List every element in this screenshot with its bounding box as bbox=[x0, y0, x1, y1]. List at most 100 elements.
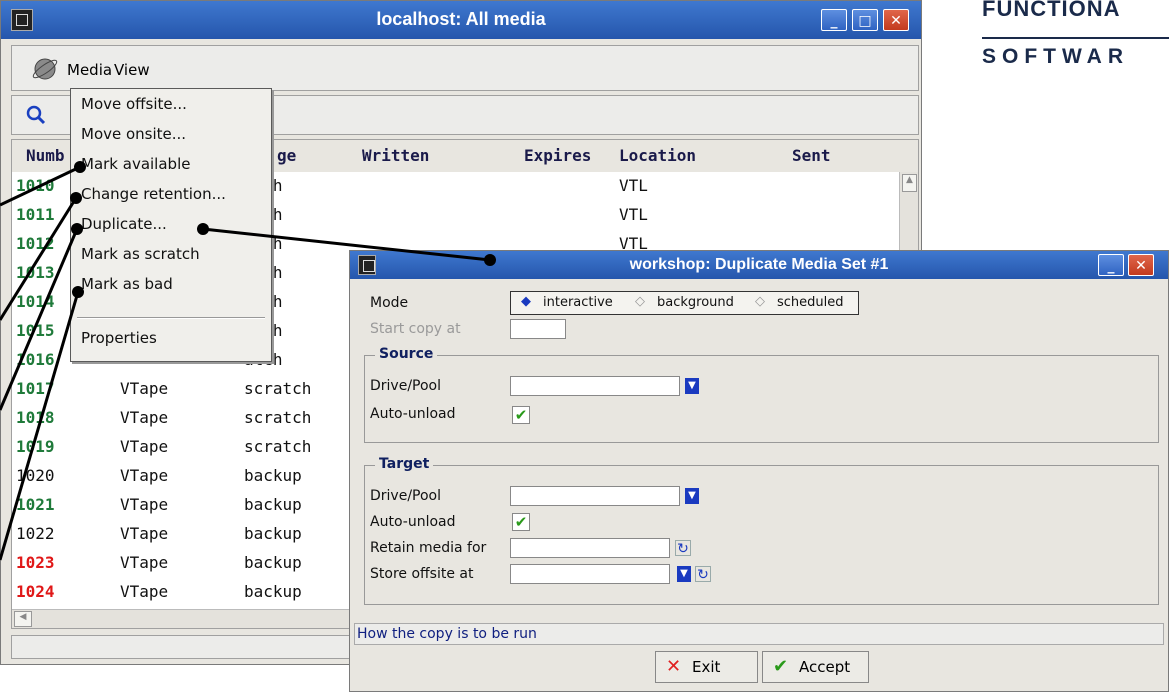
retain-field[interactable] bbox=[510, 538, 670, 558]
cell-number: 1010 bbox=[16, 176, 55, 195]
menu-item-mark-bad[interactable]: Mark as bad bbox=[81, 275, 173, 293]
cell-stage: backup bbox=[244, 553, 302, 572]
cell-number: 1023 bbox=[16, 553, 55, 572]
cell-number: 1017 bbox=[16, 379, 55, 398]
close-button[interactable]: ✕ bbox=[883, 9, 909, 31]
logo-line2: SOFTWAR bbox=[982, 45, 1129, 68]
cell-type: VTape bbox=[120, 553, 169, 572]
retain-refresh-icon[interactable]: ↻ bbox=[675, 540, 691, 557]
cell-stage: backup bbox=[244, 524, 302, 543]
logo-rule bbox=[982, 37, 1169, 39]
accept-button-label: Accept bbox=[799, 658, 851, 676]
radio-interactive-icon[interactable]: ◆ bbox=[521, 294, 531, 309]
dialog-statusbar: How the copy is to be run bbox=[354, 623, 1164, 645]
menu-item-move-offsite[interactable]: Move offsite... bbox=[81, 95, 187, 113]
menu-bar: Media View bbox=[11, 45, 919, 91]
start-copy-label: Start copy at bbox=[370, 321, 461, 337]
col-written[interactable]: Written bbox=[362, 146, 429, 165]
cell-number: 1020 bbox=[16, 466, 55, 485]
source-autounload-label: Auto-unload bbox=[370, 406, 456, 422]
target-drive-dropdown-arrow[interactable]: ▼ bbox=[685, 488, 699, 504]
logo-line1: FUNCTIONA bbox=[982, 0, 1121, 21]
radio-background-icon[interactable]: ◇ bbox=[635, 294, 645, 309]
menu-item-mark-scratch[interactable]: Mark as scratch bbox=[81, 245, 200, 263]
menu-item-mark-available[interactable]: Mark available bbox=[81, 155, 190, 173]
menu-item-duplicate[interactable]: Duplicate... bbox=[81, 215, 167, 233]
start-copy-field[interactable] bbox=[510, 319, 566, 339]
cell-type: VTape bbox=[120, 582, 169, 601]
cell-type: VTape bbox=[120, 495, 169, 514]
col-number[interactable]: Numb bbox=[26, 146, 65, 165]
minimize-button[interactable]: _ bbox=[821, 9, 847, 31]
cell-type: VTape bbox=[120, 466, 169, 485]
cell-number: 1012 bbox=[16, 234, 55, 253]
main-titlebar: localhost: All media _ □ ✕ bbox=[1, 1, 921, 39]
target-group: Target Drive/Pool ▼ Auto-unload ✔ Retain… bbox=[364, 456, 1159, 605]
cell-number: 1018 bbox=[16, 408, 55, 427]
exit-x-icon: ✕ bbox=[666, 656, 682, 677]
dialog-minimize-button[interactable]: _ bbox=[1098, 254, 1124, 276]
col-sent[interactable]: Sent bbox=[792, 146, 831, 165]
cell-stage: scratch bbox=[244, 379, 312, 398]
cell-number: 1024 bbox=[16, 582, 55, 601]
menu-separator bbox=[77, 317, 265, 319]
store-offsite-field[interactable] bbox=[510, 564, 670, 584]
radio-scheduled-icon[interactable]: ◇ bbox=[755, 294, 765, 309]
store-offsite-dropdown-arrow[interactable]: ▼ bbox=[677, 566, 691, 582]
media-dropdown-menu: Move offsite... Move onsite... Mark avai… bbox=[70, 88, 272, 362]
source-drive-field[interactable] bbox=[510, 376, 680, 396]
source-title: Source bbox=[375, 346, 438, 362]
radio-background-label[interactable]: background bbox=[657, 295, 734, 310]
target-drive-field[interactable] bbox=[510, 486, 680, 506]
cell-stage: backup bbox=[244, 495, 302, 514]
cell-stage: backup bbox=[244, 582, 302, 601]
cell-number: 1015 bbox=[16, 321, 55, 340]
dialog-title: workshop: Duplicate Media Set #1 bbox=[629, 256, 889, 273]
retain-label: Retain media for bbox=[370, 540, 487, 556]
col-location[interactable]: Location bbox=[619, 146, 696, 165]
cell-stage: scratch bbox=[244, 408, 312, 427]
cell-stage: scratch bbox=[244, 437, 312, 456]
cell-stage: backup bbox=[244, 466, 302, 485]
radio-scheduled-label[interactable]: scheduled bbox=[777, 295, 844, 310]
radio-interactive-label[interactable]: interactive bbox=[543, 295, 613, 310]
exit-button[interactable]: ✕ Exit bbox=[655, 651, 758, 683]
company-logo: FUNCTIONA SOFTWAR bbox=[960, 0, 1169, 80]
target-title: Target bbox=[375, 456, 434, 472]
cell-number: 1021 bbox=[16, 495, 55, 514]
cell-number: 1014 bbox=[16, 292, 55, 311]
col-stage[interactable]: ge bbox=[277, 146, 296, 165]
dialog-close-button[interactable]: ✕ bbox=[1128, 254, 1154, 276]
menu-view[interactable]: View bbox=[114, 61, 150, 79]
store-offsite-label: Store offsite at bbox=[370, 566, 474, 582]
source-drive-label: Drive/Pool bbox=[370, 378, 442, 394]
store-offsite-refresh-icon[interactable]: ↻ bbox=[695, 566, 711, 583]
cell-number: 1013 bbox=[16, 263, 55, 282]
target-drive-label: Drive/Pool bbox=[370, 488, 442, 504]
accept-check-icon: ✔ bbox=[773, 656, 789, 677]
mode-radio-group: ◆ interactive ◇ background ◇ scheduled bbox=[510, 291, 859, 315]
cell-type: VTape bbox=[120, 408, 169, 427]
cell-number: 1011 bbox=[16, 205, 55, 224]
cell-type: VTape bbox=[120, 524, 169, 543]
cell-location: VTL bbox=[619, 176, 648, 195]
col-expires[interactable]: Expires bbox=[524, 146, 591, 165]
main-window-title: localhost: All media bbox=[376, 9, 546, 29]
accept-button[interactable]: ✔ Accept bbox=[762, 651, 869, 683]
dialog-titlebar: workshop: Duplicate Media Set #1 _ ✕ bbox=[350, 251, 1168, 279]
search-icon[interactable] bbox=[26, 105, 46, 125]
menu-item-properties[interactable]: Properties bbox=[81, 329, 157, 347]
dialog-status-text: How the copy is to be run bbox=[357, 626, 537, 642]
scroll-left-arrow[interactable]: ◀ bbox=[14, 611, 32, 627]
source-drive-dropdown-arrow[interactable]: ▼ bbox=[685, 378, 699, 394]
planet-icon[interactable] bbox=[32, 56, 58, 82]
cell-number: 1022 bbox=[16, 524, 55, 543]
target-autounload-checkbox[interactable]: ✔ bbox=[512, 513, 530, 531]
menu-item-change-retention[interactable]: Change retention... bbox=[81, 185, 226, 203]
duplicate-dialog: workshop: Duplicate Media Set #1 _ ✕ Mod… bbox=[349, 250, 1169, 692]
maximize-button[interactable]: □ bbox=[852, 9, 878, 31]
scroll-up-arrow[interactable]: ▲ bbox=[902, 174, 917, 192]
menu-item-move-onsite[interactable]: Move onsite... bbox=[81, 125, 186, 143]
source-autounload-checkbox[interactable]: ✔ bbox=[512, 406, 530, 424]
menu-media[interactable]: Media bbox=[67, 61, 112, 79]
